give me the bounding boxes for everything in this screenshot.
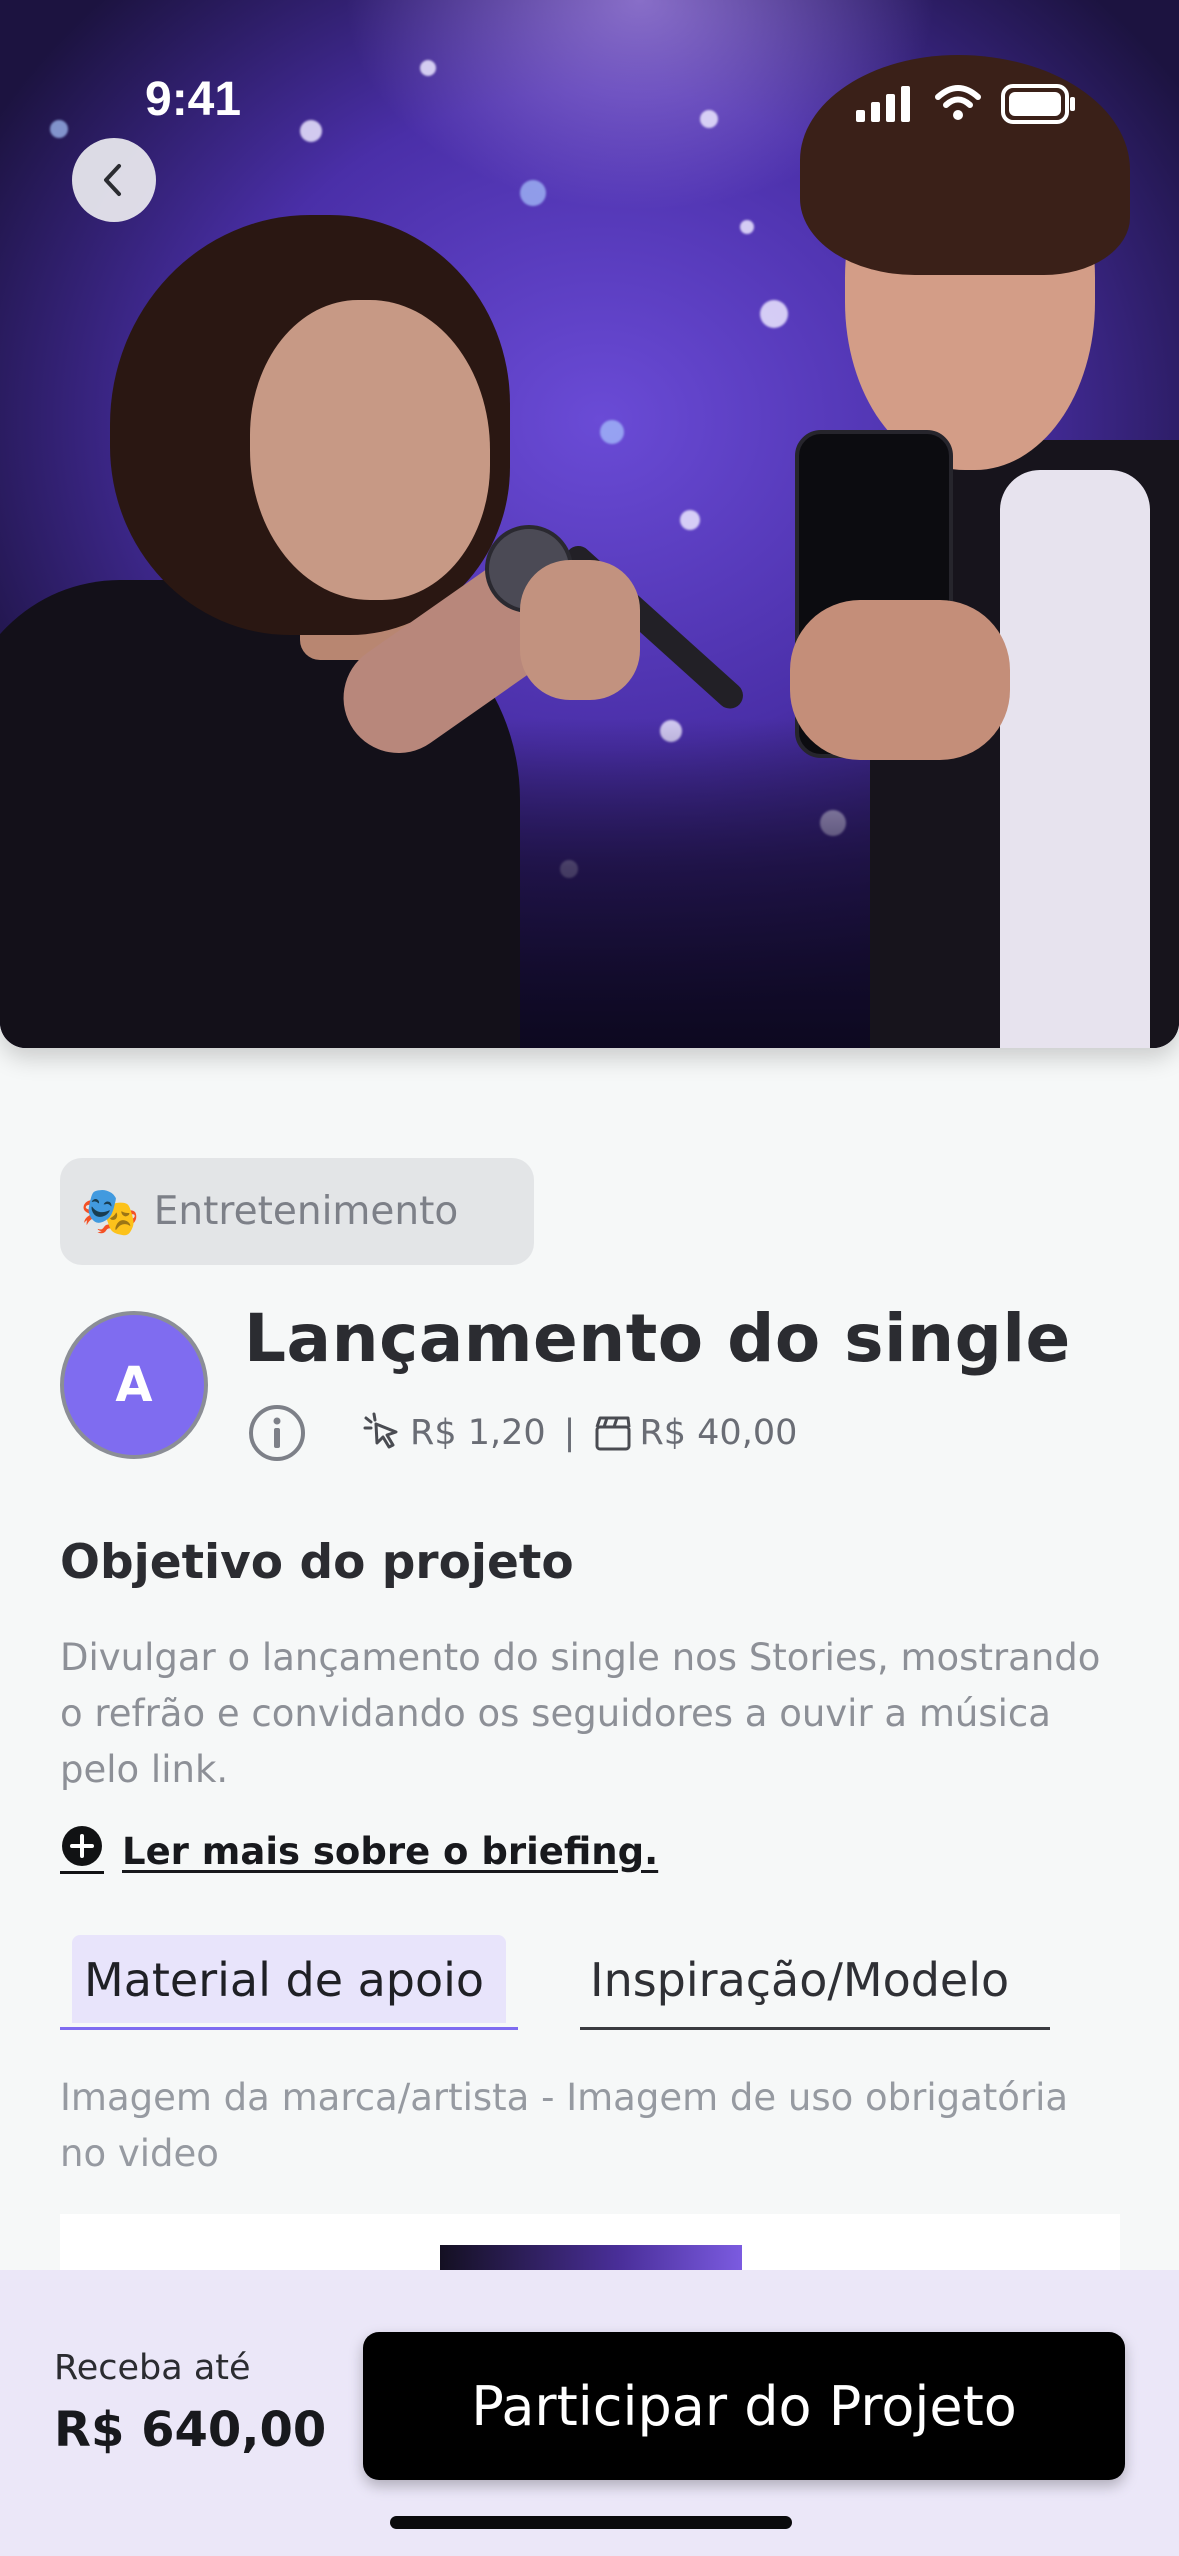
back-button[interactable] <box>72 138 156 222</box>
price-per-video: R$ 40,00 <box>639 1413 798 1453</box>
wifi-icon <box>934 84 982 126</box>
earn-value: R$ 640,00 <box>54 2402 327 2458</box>
clapperboard-icon <box>595 1416 631 1451</box>
tab-label: Material de apoio <box>84 1953 485 2007</box>
support-material-description: Imagem da marca/artista - Imagem de uso … <box>60 2076 1069 2175</box>
battery-icon <box>1001 84 1077 128</box>
status-time: 9:41 <box>145 73 242 126</box>
tab-inspiracao-modelo[interactable]: Inspiração/Modelo <box>580 1935 1050 2030</box>
home-indicator <box>390 2516 792 2529</box>
briefing-link-label: Ler mais sobre o briefing. <box>122 1829 659 1873</box>
theater-masks-icon: 🎭 <box>80 1184 140 1240</box>
avatar[interactable]: A <box>60 1311 208 1459</box>
plus-circle-icon <box>60 1826 104 1874</box>
signal-icon <box>856 86 914 126</box>
info-icon[interactable] <box>248 1404 306 1462</box>
price-per-click: R$ 1,20 <box>410 1413 546 1453</box>
project-title: Lançamento do single <box>244 1300 1071 1377</box>
tab-label: Inspiração/Modelo <box>590 1953 1010 2007</box>
join-project-button[interactable]: Participar do Projeto <box>363 2332 1125 2480</box>
objective-text: Divulgar o lançamento do single nos Stor… <box>60 1636 1101 1791</box>
category-chip[interactable]: 🎭 Entretenimento <box>60 1158 534 1265</box>
chevron-left-icon <box>104 164 121 196</box>
objective-heading: Objetivo do projeto <box>60 1535 574 1590</box>
earn-label: Receba até <box>54 2348 251 2388</box>
hero-image <box>0 0 1179 1048</box>
tab-material-de-apoio[interactable]: Material de apoio <box>60 1935 518 2030</box>
cursor-click-icon <box>363 1412 398 1449</box>
project-metrics: R$ 1,20 | R$ 40,00 <box>362 1412 797 1454</box>
briefing-link[interactable]: Ler mais sobre o briefing. <box>60 1826 658 1876</box>
join-project-label: Participar do Projeto <box>471 2374 1017 2438</box>
category-label: Entretenimento <box>153 1189 459 1234</box>
